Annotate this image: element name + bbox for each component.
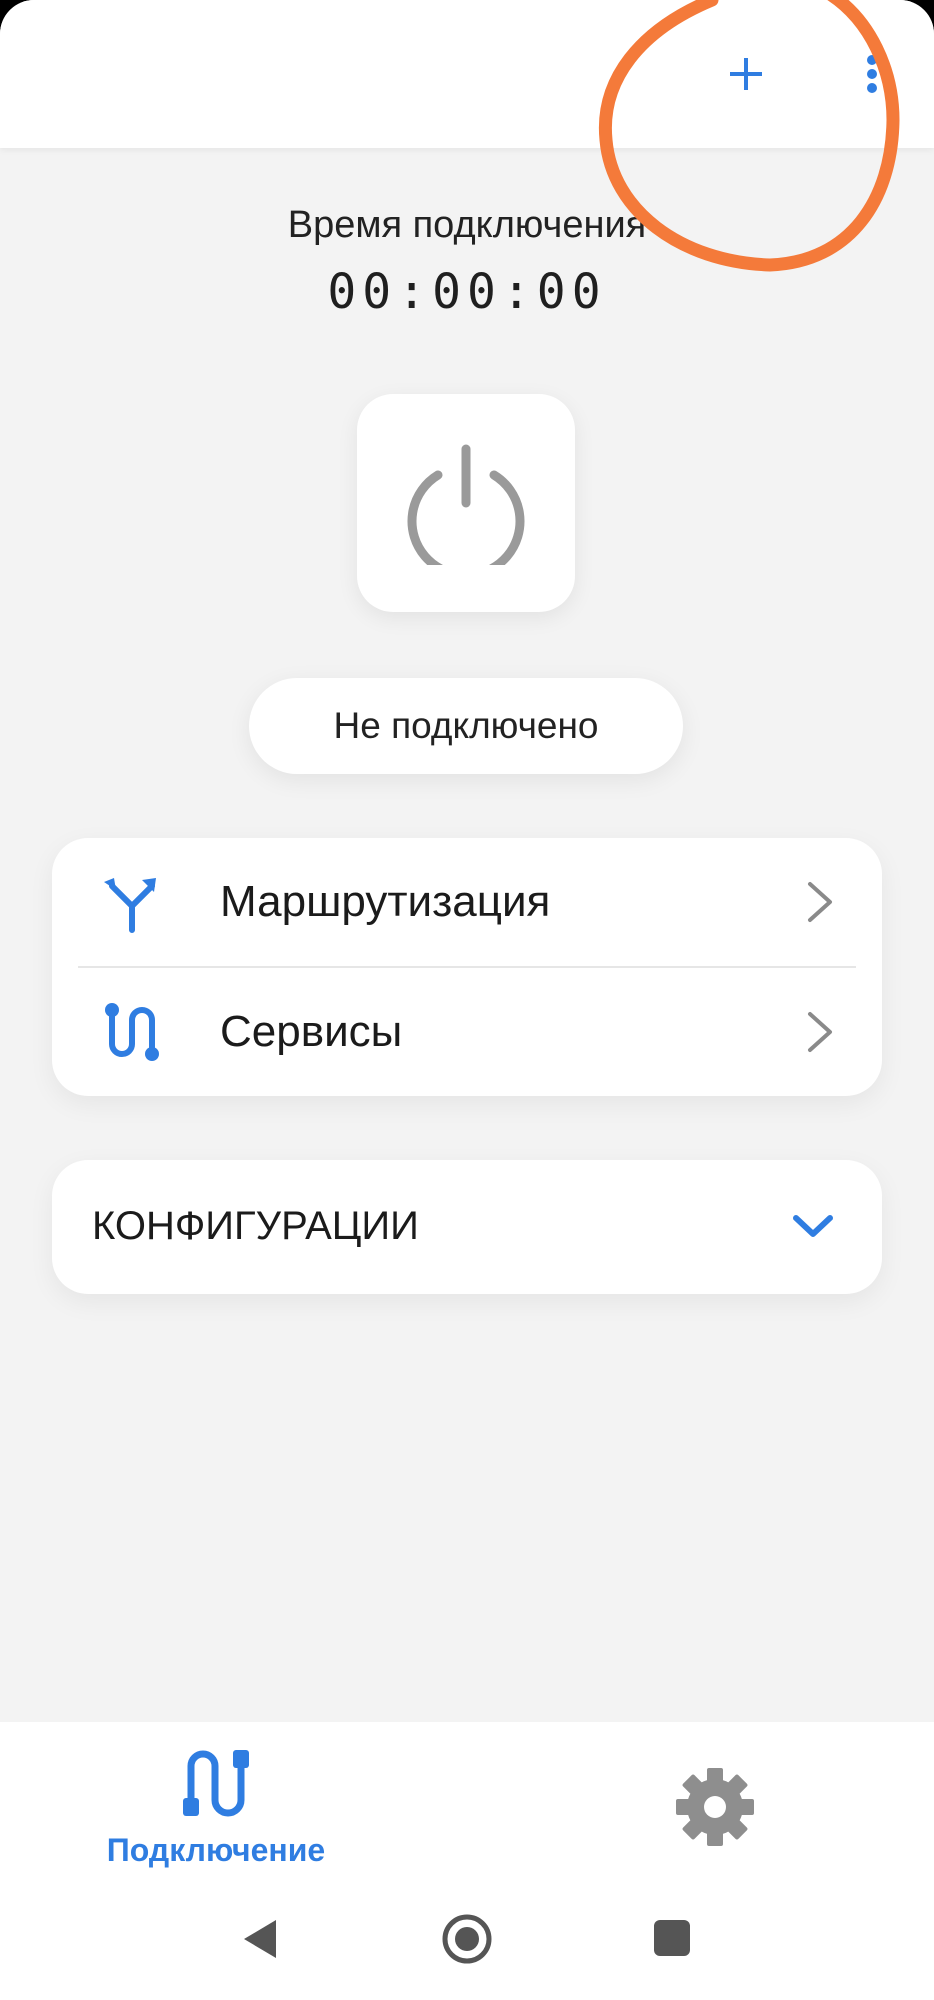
plus-icon [730,58,762,90]
connection-timer: 00:00:00 [327,264,607,320]
nav-item-connection[interactable]: Подключение [80,1740,352,1870]
add-config-button[interactable] [718,46,774,102]
connection-status-text: Не подключено [333,705,599,746]
menu-item-services[interactable]: Сервисы [52,968,882,1096]
connection-icon [183,1750,249,1817]
menu-item-routing[interactable]: Маршрутизация [52,838,882,966]
routing-icon [104,878,156,933]
configurations-dropdown[interactable]: КОНФИГУРАЦИИ [52,1160,882,1294]
chevron-right-icon [808,1012,832,1052]
connection-time-label: Время подключения [287,204,647,246]
configurations-label: КОНФИГУРАЦИИ [92,1204,419,1248]
back-icon[interactable] [236,1914,286,1964]
connection-status-badge: Не подключено [249,678,683,774]
screen: Время подключения 00:00:00 Не подключено [0,0,934,2000]
gear-icon [676,1768,754,1846]
menu-item-label: Маршрутизация [220,877,551,926]
services-icon [105,1003,159,1061]
menu-card: Маршрутизация Сервисы [52,838,882,1096]
system-navigation-bar [0,1880,934,2000]
more-vert-icon [867,55,877,93]
home-icon[interactable] [440,1912,494,1966]
power-icon [407,444,525,565]
chevron-down-icon [793,1215,833,1237]
nav-item-settings[interactable] [670,1762,760,1852]
more-options-button[interactable] [852,46,892,102]
bottom-navigation: Подключение [0,1722,934,1880]
nav-item-label: Подключение [106,1832,326,1868]
recent-apps-icon[interactable] [652,1918,692,1958]
menu-item-label: Сервисы [220,1007,403,1056]
app-window: Время подключения 00:00:00 Не подключено [0,0,934,2000]
power-button[interactable] [357,394,575,612]
top-toolbar [0,0,934,148]
chevron-right-icon [808,882,832,922]
